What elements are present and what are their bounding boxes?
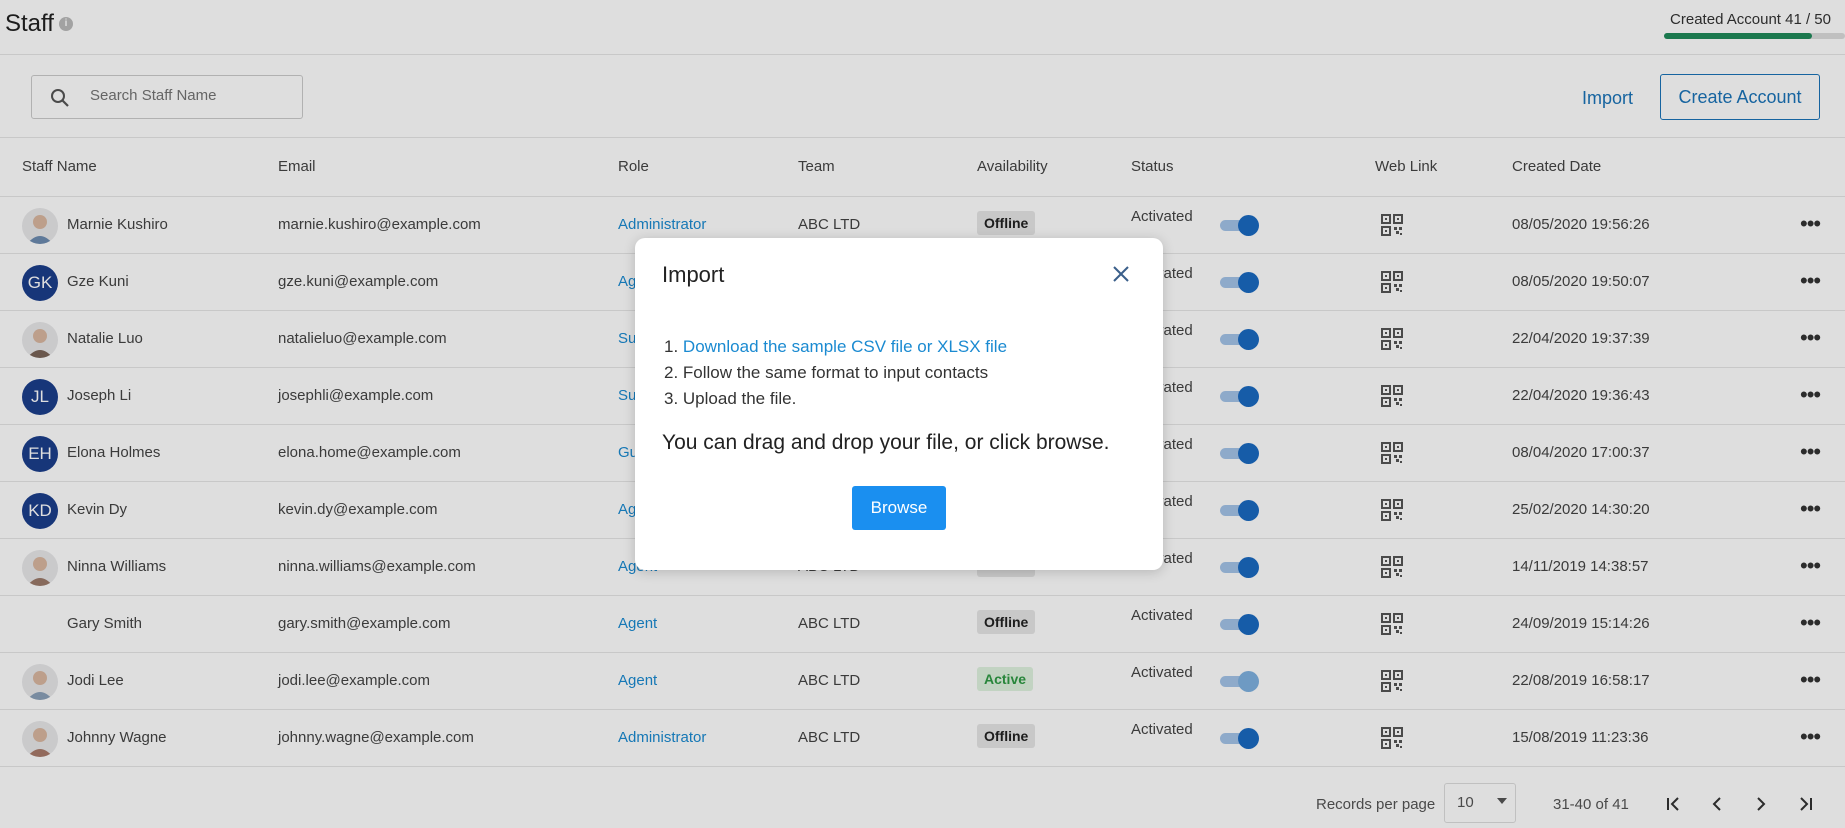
step-3: 3. Upload the file.	[664, 389, 797, 408]
import-dialog: Import 1. Download the sample CSV file o…	[635, 238, 1163, 570]
dialog-title: Import	[662, 262, 725, 287]
close-icon[interactable]	[1111, 264, 1131, 284]
import-steps: 1. Download the sample CSV file or XLSX …	[664, 334, 1007, 412]
browse-button[interactable]: Browse	[852, 486, 946, 530]
step-1: 1. Download the sample CSV file or XLSX …	[664, 334, 1007, 360]
drop-zone-text[interactable]: You can drag and drop your file, or clic…	[662, 431, 1109, 455]
step-1-number: 1.	[664, 337, 679, 356]
step-2: 2. Follow the same format to input conta…	[664, 363, 989, 382]
download-sample-link[interactable]: Download the sample CSV file or XLSX fil…	[683, 337, 1007, 356]
